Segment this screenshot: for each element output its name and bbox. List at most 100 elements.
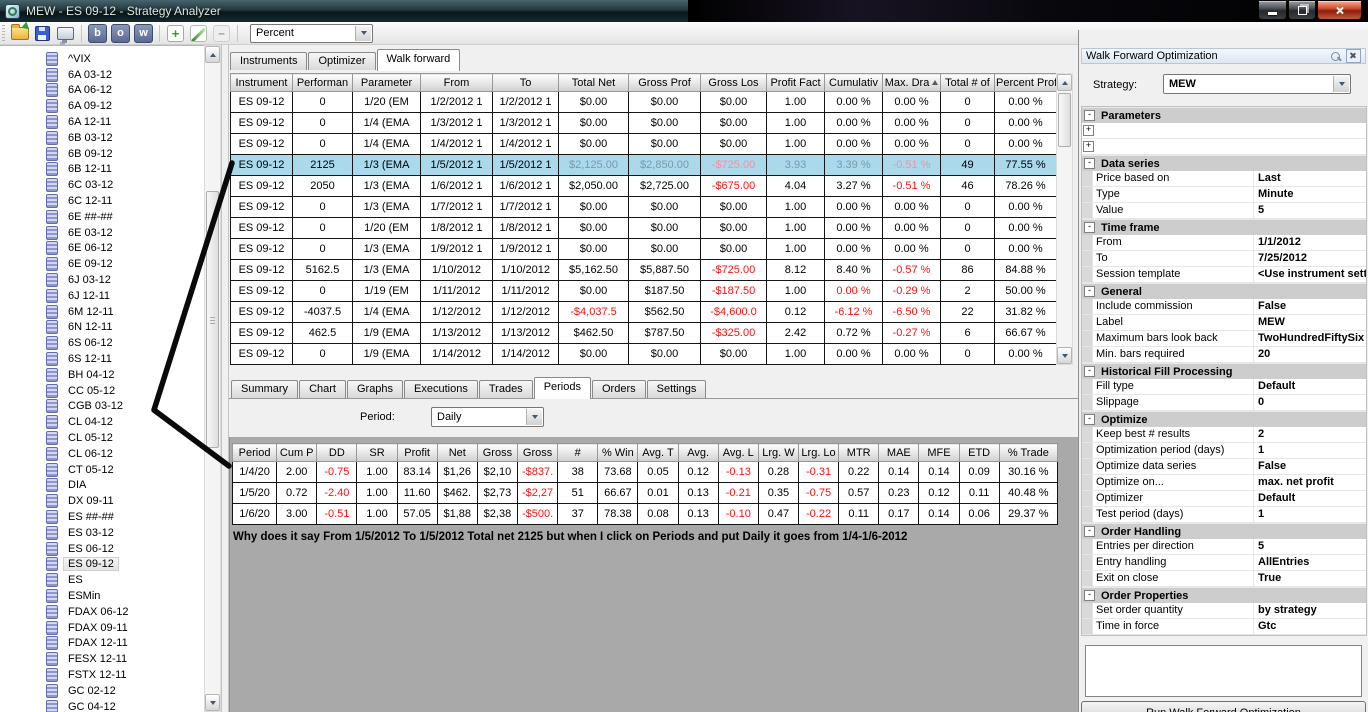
collapse-icon[interactable]: -	[1084, 414, 1095, 425]
pg-prop-value[interactable]: 20	[1254, 347, 1366, 362]
sidebar-item-es-03-12[interactable]: ES 03-12	[0, 525, 204, 541]
table-row[interactable]: ES 09-12 0 1/4 (EMA 1/3/2012 1 1/3/2012 1 $0.…	[230, 112, 1057, 134]
sidebar-item-vix[interactable]: ^VIX	[0, 51, 204, 67]
panel-close-button[interactable]	[1346, 49, 1361, 63]
sidebar-item-6e-03-12[interactable]: 6E 03-12	[0, 225, 204, 241]
sidebar-item-cc-05-12[interactable]: CC 05-12	[0, 383, 204, 399]
tab-optimizer[interactable]: Optimizer	[308, 52, 376, 70]
edit-button[interactable]	[188, 23, 209, 43]
collapse-icon[interactable]: -	[1084, 366, 1095, 377]
col-header-lrg-lo[interactable]: Lrg. Lo	[797, 443, 840, 462]
pg-prop-fill-type[interactable]: Fill type Default	[1082, 379, 1366, 395]
sidebar-item-dx-09-11[interactable]: DX 09-11	[0, 493, 204, 509]
sidebar-item-6j-03-12[interactable]: 6J 03-12	[0, 272, 204, 288]
w-button[interactable]: w	[134, 23, 153, 43]
app-icon[interactable]	[5, 4, 20, 19]
pg-prop-entry-handling[interactable]: Entry handling AllEntries	[1082, 555, 1366, 571]
restore-button[interactable]	[1288, 1, 1316, 20]
sidebar-item-ct-05-12[interactable]: CT 05-12	[0, 462, 204, 478]
sidebar-item-6n-12-11[interactable]: 6N 12-11	[0, 320, 204, 336]
pg-prop-value[interactable]: Default	[1254, 379, 1366, 394]
table-row[interactable]: ES 09-12 0 1/3 (EMA 1/9/2012 1 1/9/2012 1 $0.…	[230, 238, 1057, 260]
sidebar-item-6s-12-11[interactable]: 6S 12-11	[0, 351, 204, 367]
scroll-down-button[interactable]	[205, 694, 220, 711]
collapse-icon[interactable]: -	[1084, 526, 1095, 537]
sidebar-item-6e-06-12[interactable]: 6E 06-12	[0, 241, 204, 257]
pg-prop-value[interactable]: 1	[1254, 443, 1366, 458]
pg-prop-value[interactable]: 0	[1254, 395, 1366, 410]
tab-executions[interactable]: Executions	[404, 380, 478, 398]
col-header-etd[interactable]: ETD	[958, 443, 1000, 462]
table-row[interactable]: ES 09-12 2050 1/3 (EMA 1/6/2012 1 1/6/2012 1…	[230, 175, 1057, 197]
table-row[interactable]: 1/4/20 2.00 -0.75 1.00 83.14 $1,26 $2,10 -$837.…	[231, 461, 1059, 483]
sidebar-item-fdax-06-12[interactable]: FDAX 06-12	[0, 604, 204, 620]
expand-icon[interactable]: +	[1083, 141, 1094, 152]
col-header-to[interactable]: To	[492, 73, 559, 92]
collapse-icon[interactable]: -	[1084, 110, 1095, 121]
col-header-gross-los[interactable]: Gross Los	[700, 73, 767, 92]
pg-prop-exit-on-close[interactable]: Exit on close True	[1082, 571, 1366, 587]
pg-prop-value[interactable]: False	[1254, 459, 1366, 474]
sidebar-item-fesx-12-11[interactable]: FESX 12-11	[0, 651, 204, 667]
toolbar-grip[interactable]	[2, 25, 5, 41]
pg-prop-value[interactable]: AllEntries	[1254, 555, 1366, 570]
pg-prop-value[interactable]: Default	[1254, 491, 1366, 506]
table-row[interactable]: ES 09-12 0 1/9 (EMA 1/14/2012 1/14/2012 $0.00…	[230, 343, 1057, 365]
sidebar-item-es-09-12[interactable]: ES 09-12	[0, 557, 204, 573]
col-header-mtr[interactable]: MTR	[838, 443, 880, 462]
sidebar-item-cl-06-12[interactable]: CL 06-12	[0, 446, 204, 462]
tab-summary[interactable]: Summary	[231, 380, 299, 398]
col-header-net[interactable]: Net	[436, 443, 478, 462]
sidebar-item-bh-04-12[interactable]: BH 04-12	[0, 367, 204, 383]
pg-prop-value[interactable]: 7/25/2012	[1254, 251, 1366, 266]
collapse-icon[interactable]: -	[1084, 222, 1095, 233]
sidebar-item-cl-05-12[interactable]: CL 05-12	[0, 430, 204, 446]
col-header-gross[interactable]: Gross	[516, 443, 559, 462]
pg-section-order-properties[interactable]: - Order Properties	[1082, 587, 1366, 603]
remove-button[interactable]: –	[211, 23, 232, 43]
pg-prop-value[interactable]: MEW	[1254, 315, 1366, 330]
sidebar-item-6e[interactable]: 6E ##-##	[0, 209, 204, 225]
pg-section-parameters[interactable]: - Parameters	[1082, 107, 1366, 123]
col-header-cum-p[interactable]: Cum P	[276, 443, 318, 462]
tab-graphs[interactable]: Graphs	[346, 380, 404, 398]
table-scrollbar[interactable]	[1056, 73, 1073, 365]
col-header-profit-fact[interactable]: Profit Fact	[766, 73, 825, 92]
table-row[interactable]: ES 09-12 0 1/19 (EM 1/11/2012 1/11/2012 $0.00…	[230, 280, 1057, 302]
sidebar-item-es-06-12[interactable]: ES 06-12	[0, 541, 204, 557]
col-header-percent-profi[interactable]: Percent Profi	[994, 73, 1057, 92]
tab-chart[interactable]: Chart	[299, 380, 346, 398]
col-header-gross-prof[interactable]: Gross Prof	[628, 73, 701, 92]
table-row[interactable]: ES 09-12 -4037.5 1/4 (EMA 1/12/2012 1/12/201…	[230, 301, 1057, 323]
col-header-mae[interactable]: MAE	[878, 443, 920, 462]
period-combo[interactable]: Daily	[431, 407, 544, 427]
pg-prop-label[interactable]: Label MEW	[1082, 315, 1366, 331]
pg-prop-session-template[interactable]: Session template <Use instrument settin	[1082, 267, 1366, 283]
sidebar-item-dia[interactable]: DIA	[0, 478, 204, 494]
col-header-total-of[interactable]: Total # of	[940, 73, 995, 92]
scroll-up-button[interactable]	[1057, 74, 1072, 91]
pg-prop-value[interactable]: TwoHundredFiftySix	[1254, 331, 1366, 346]
tab-instruments[interactable]: Instruments	[230, 52, 308, 70]
table-row[interactable]: ES 09-12 0 1/20 (EM 1/2/2012 1 1/2/2012 1 $0.…	[230, 91, 1057, 113]
col-header-item[interactable]: #	[557, 443, 599, 462]
sidebar-item-fstx-12-11[interactable]: FSTX 12-11	[0, 667, 204, 683]
table-row[interactable]: ES 09-12 2125 1/3 (EMA 1/5/2012 1 1/5/2012 1…	[230, 154, 1057, 176]
add-button[interactable]: +	[165, 23, 186, 43]
col-header-period[interactable]: Period	[231, 443, 278, 462]
col-header-avg-l[interactable]: Avg. L	[717, 443, 759, 462]
display-button[interactable]	[55, 23, 76, 43]
pg-section-historical-fill-processing[interactable]: - Historical Fill Processing	[1082, 363, 1366, 379]
pg-prop-entries-per-direction[interactable]: Entries per direction 5	[1082, 539, 1366, 555]
pg-prop-optimizer[interactable]: Optimizer Default	[1082, 491, 1366, 507]
sidebar-item-cgb-03-12[interactable]: CGB 03-12	[0, 399, 204, 415]
collapse-icon[interactable]: -	[1084, 286, 1095, 297]
save-button[interactable]	[32, 23, 53, 43]
sidebar-item-6c-03-12[interactable]: 6C 03-12	[0, 177, 204, 193]
collapse-icon[interactable]: -	[1084, 590, 1095, 601]
pg-prop-value[interactable]: 2	[1254, 427, 1366, 442]
pg-prop-time-in-force[interactable]: Time in force Gtc	[1082, 619, 1366, 635]
table-row[interactable]: ES 09-12 462.5 1/9 (EMA 1/13/2012 1/13/2012 $…	[230, 322, 1057, 344]
tab-periods[interactable]: Periods	[533, 377, 591, 399]
sidebar-item-6a-12-11[interactable]: 6A 12-11	[0, 114, 204, 130]
